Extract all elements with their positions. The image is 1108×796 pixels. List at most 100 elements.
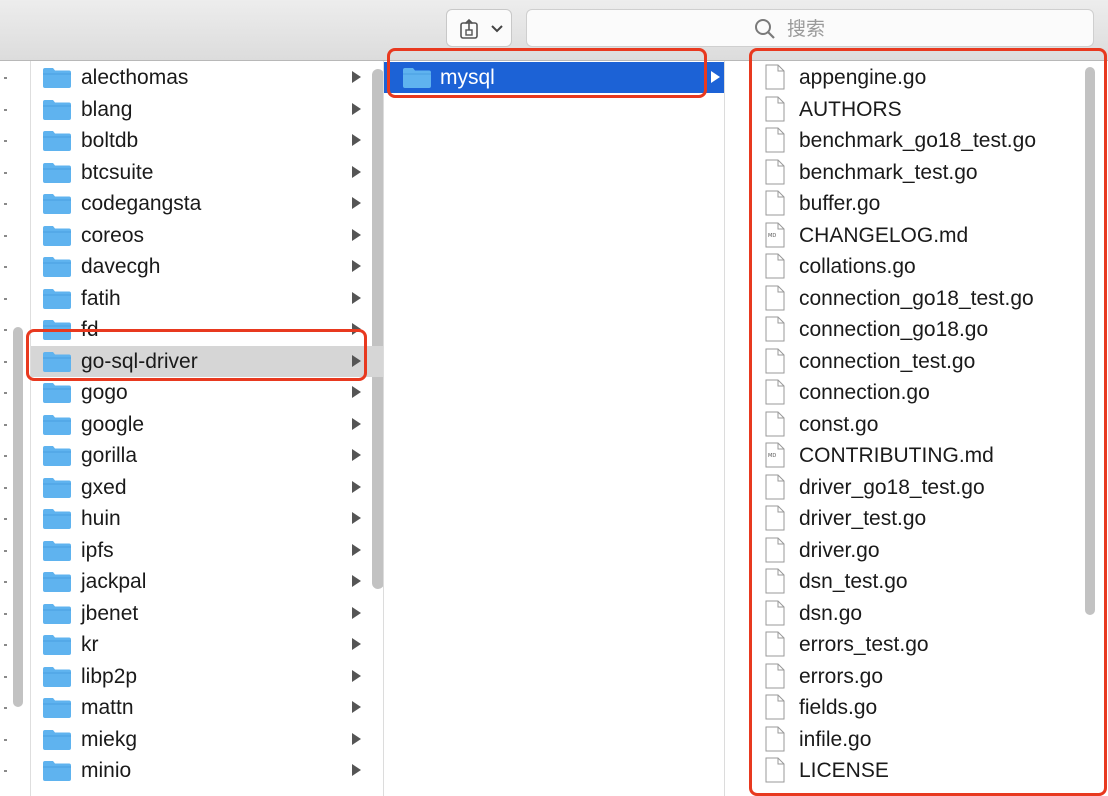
file-row[interactable]: connection_test.go: [725, 346, 1108, 377]
folder-name: jbenet: [81, 601, 139, 625]
folder-name: libp2p: [81, 664, 138, 688]
edge-tick: [4, 518, 7, 520]
folder-icon: [43, 162, 71, 183]
file-row[interactable]: appengine.go: [725, 62, 1108, 93]
file-row[interactable]: buffer.go: [725, 188, 1108, 219]
folder-row[interactable]: mattn: [31, 692, 383, 723]
file-row[interactable]: driver_go18_test.go: [725, 472, 1108, 503]
file-row[interactable]: benchmark_test.go: [725, 157, 1108, 188]
file-row[interactable]: fields.go: [725, 692, 1108, 723]
disclosure-arrow-icon: [352, 102, 361, 115]
file-row[interactable]: collations.go: [725, 251, 1108, 282]
folder-name: kr: [81, 633, 99, 656]
folder-name: miekg: [81, 727, 138, 751]
edge-tick: [4, 675, 7, 678]
folder-icon: [43, 99, 71, 120]
folder-row[interactable]: minio: [31, 755, 383, 786]
column-root-scrollbar[interactable]: [13, 327, 23, 707]
file-row[interactable]: benchmark_go18_test.go: [725, 125, 1108, 156]
document-icon: [765, 757, 785, 783]
file-row[interactable]: connection_go18.go: [725, 314, 1108, 345]
folder-icon: [43, 257, 71, 277]
file-row[interactable]: LICENSE: [725, 755, 1108, 786]
svg-text:MD: MD: [768, 233, 776, 239]
edge-tick: [4, 644, 7, 646]
folder-row[interactable]: coreos: [31, 220, 383, 251]
folder-icon: [43, 288, 71, 309]
disclosure-arrow-icon: [352, 764, 361, 776]
folder-name: boltdb: [81, 129, 139, 152]
search-input[interactable]: [785, 15, 989, 43]
folder-row[interactable]: google: [31, 409, 383, 440]
file-name: dsn_test.go: [799, 570, 908, 593]
folder-name: huin: [81, 507, 121, 530]
document-icon: [765, 474, 785, 499]
document-icon: [765, 411, 785, 436]
folder-row[interactable]: btcsuite: [31, 157, 383, 188]
folder-name: gorilla: [81, 444, 138, 467]
file-row[interactable]: infile.go: [725, 724, 1108, 755]
document-icon: [765, 726, 785, 751]
file-row[interactable]: driver_test.go: [725, 503, 1108, 534]
folder-row[interactable]: codegangsta: [31, 188, 383, 219]
disclosure-arrow-icon: [352, 323, 361, 335]
file-name: connection_go18_test.go: [799, 286, 1034, 310]
file-row[interactable]: driver.go: [725, 535, 1108, 566]
folder-row[interactable]: fatih: [31, 283, 383, 314]
edge-tick: [4, 77, 7, 79]
document-icon: [765, 379, 785, 405]
edge-tick: [4, 297, 7, 300]
markdown-file-icon: MD: [765, 222, 785, 247]
folder-icon: [43, 131, 71, 151]
folder-row[interactable]: kr: [31, 629, 383, 660]
file-name: connection_test.go: [799, 349, 976, 373]
folder-row[interactable]: miekg: [31, 724, 383, 755]
file-row[interactable]: MD CHANGELOG.md: [725, 220, 1108, 251]
document-icon: [765, 663, 785, 688]
file-name: dsn.go: [799, 601, 863, 625]
file-name: driver_go18_test.go: [799, 475, 985, 499]
folder-row[interactable]: jackpal: [31, 566, 383, 597]
folder-row[interactable]: jbenet: [31, 598, 383, 629]
file-row[interactable]: MD CONTRIBUTING.md: [725, 440, 1108, 471]
folder-row[interactable]: boltdb: [31, 125, 383, 156]
folder-row[interactable]: mysql: [384, 62, 724, 93]
folder-name: mattn: [81, 696, 134, 719]
folder-row[interactable]: gogo: [31, 377, 383, 408]
edge-tick: [4, 392, 7, 394]
file-row[interactable]: errors_test.go: [725, 629, 1108, 660]
folder-row[interactable]: fd: [31, 314, 383, 345]
share-button[interactable]: [446, 9, 512, 47]
edge-tick: [4, 770, 7, 772]
edge-tick: [4, 108, 7, 111]
folder-row[interactable]: ipfs: [31, 535, 383, 566]
file-row[interactable]: dsn_test.go: [725, 566, 1108, 597]
file-row[interactable]: connection_go18_test.go: [725, 283, 1108, 314]
edge-tick: [4, 549, 7, 552]
file-name: errors.go: [799, 664, 884, 688]
document-icon: [765, 159, 785, 184]
file-row[interactable]: dsn.go: [725, 598, 1108, 629]
folder-row[interactable]: davecgh: [31, 251, 383, 282]
folder-name: davecgh: [81, 255, 161, 278]
folder-row[interactable]: gxed: [31, 472, 383, 503]
disclosure-arrow-icon: [352, 512, 361, 524]
file-row[interactable]: const.go: [725, 409, 1108, 440]
file-row[interactable]: errors.go: [725, 661, 1108, 692]
folder-name: gogo: [81, 381, 128, 404]
folder-row[interactable]: gorilla: [31, 440, 383, 471]
file-name: connection.go: [799, 381, 930, 404]
search-field[interactable]: [526, 9, 1094, 47]
folder-name: mysql: [440, 66, 495, 89]
document-icon: [765, 568, 785, 594]
file-name: benchmark_go18_test.go: [799, 129, 1036, 152]
folder-row[interactable]: huin: [31, 503, 383, 534]
folder-name: codegangsta: [81, 192, 202, 215]
folder-row[interactable]: blang: [31, 94, 383, 125]
folder-row[interactable]: libp2p: [31, 661, 383, 692]
folder-row[interactable]: alecthomas: [31, 62, 383, 93]
file-row[interactable]: AUTHORS: [725, 94, 1108, 125]
folder-row[interactable]: go-sql-driver: [31, 345, 383, 377]
file-row[interactable]: connection.go: [725, 377, 1108, 408]
disclosure-arrow-icon: [352, 701, 361, 713]
